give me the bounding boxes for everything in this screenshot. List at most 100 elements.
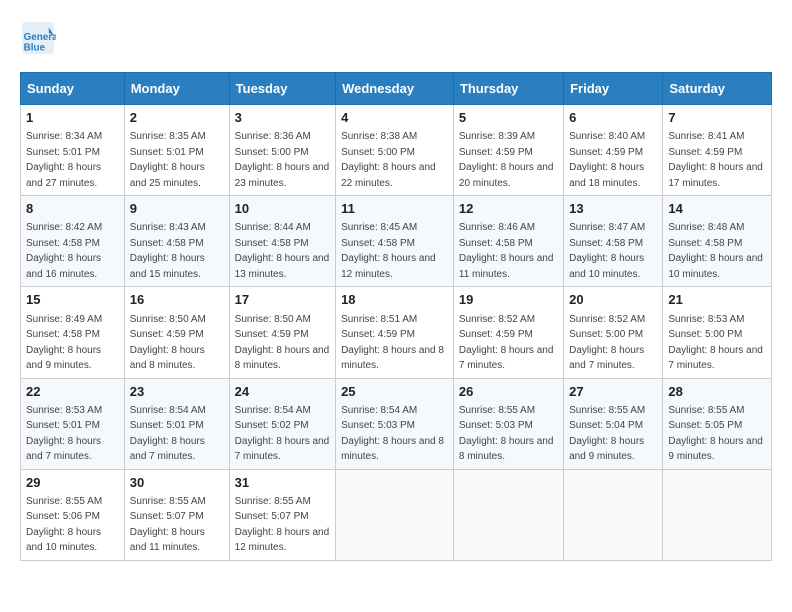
day-number: 10 (235, 200, 330, 218)
day-info: Sunrise: 8:50 AMSunset: 4:59 PMDaylight:… (130, 314, 206, 372)
day-number: 26 (459, 383, 558, 401)
calendar-cell: 21 Sunrise: 8:53 AMSunset: 5:00 PMDaylig… (663, 287, 772, 378)
day-info: Sunrise: 8:55 AMSunset: 5:03 PMDaylight:… (459, 405, 554, 463)
calendar-cell: 22 Sunrise: 8:53 AMSunset: 5:01 PMDaylig… (21, 378, 125, 469)
day-info: Sunrise: 8:45 AMSunset: 4:58 PMDaylight:… (341, 222, 436, 280)
day-info: Sunrise: 8:47 AMSunset: 4:58 PMDaylight:… (569, 222, 645, 280)
day-number: 27 (569, 383, 657, 401)
calendar-cell: 3 Sunrise: 8:36 AMSunset: 5:00 PMDayligh… (229, 105, 335, 196)
day-info: Sunrise: 8:49 AMSunset: 4:58 PMDaylight:… (26, 314, 102, 372)
day-info: Sunrise: 8:53 AMSunset: 5:01 PMDaylight:… (26, 405, 102, 463)
day-number: 12 (459, 200, 558, 218)
calendar-cell: 28 Sunrise: 8:55 AMSunset: 5:05 PMDaylig… (663, 378, 772, 469)
day-number: 20 (569, 291, 657, 309)
calendar-cell: 12 Sunrise: 8:46 AMSunset: 4:58 PMDaylig… (453, 196, 563, 287)
day-info: Sunrise: 8:44 AMSunset: 4:58 PMDaylight:… (235, 222, 330, 280)
calendar-cell: 9 Sunrise: 8:43 AMSunset: 4:58 PMDayligh… (124, 196, 229, 287)
calendar-cell: 29 Sunrise: 8:55 AMSunset: 5:06 PMDaylig… (21, 469, 125, 560)
day-number: 18 (341, 291, 448, 309)
day-number: 17 (235, 291, 330, 309)
calendar-cell (564, 469, 663, 560)
calendar-week-0: 1 Sunrise: 8:34 AMSunset: 5:01 PMDayligh… (21, 105, 772, 196)
calendar-cell: 26 Sunrise: 8:55 AMSunset: 5:03 PMDaylig… (453, 378, 563, 469)
calendar-cell (336, 469, 454, 560)
svg-text:Blue: Blue (24, 43, 46, 54)
day-info: Sunrise: 8:48 AMSunset: 4:58 PMDaylight:… (668, 222, 763, 280)
calendar-week-2: 15 Sunrise: 8:49 AMSunset: 4:58 PMDaylig… (21, 287, 772, 378)
day-number: 3 (235, 109, 330, 127)
day-number: 22 (26, 383, 119, 401)
day-info: Sunrise: 8:40 AMSunset: 4:59 PMDaylight:… (569, 131, 645, 189)
day-info: Sunrise: 8:42 AMSunset: 4:58 PMDaylight:… (26, 222, 102, 280)
col-header-tuesday: Tuesday (229, 73, 335, 105)
day-number: 19 (459, 291, 558, 309)
day-info: Sunrise: 8:54 AMSunset: 5:03 PMDaylight:… (341, 405, 444, 463)
day-info: Sunrise: 8:54 AMSunset: 5:01 PMDaylight:… (130, 405, 206, 463)
calendar-cell: 8 Sunrise: 8:42 AMSunset: 4:58 PMDayligh… (21, 196, 125, 287)
calendar-cell: 6 Sunrise: 8:40 AMSunset: 4:59 PMDayligh… (564, 105, 663, 196)
day-info: Sunrise: 8:36 AMSunset: 5:00 PMDaylight:… (235, 131, 330, 189)
calendar-cell: 19 Sunrise: 8:52 AMSunset: 4:59 PMDaylig… (453, 287, 563, 378)
day-number: 14 (668, 200, 766, 218)
day-number: 13 (569, 200, 657, 218)
day-info: Sunrise: 8:55 AMSunset: 5:07 PMDaylight:… (130, 496, 206, 554)
col-header-sunday: Sunday (21, 73, 125, 105)
calendar-cell: 4 Sunrise: 8:38 AMSunset: 5:00 PMDayligh… (336, 105, 454, 196)
day-number: 15 (26, 291, 119, 309)
calendar-cell: 2 Sunrise: 8:35 AMSunset: 5:01 PMDayligh… (124, 105, 229, 196)
day-info: Sunrise: 8:34 AMSunset: 5:01 PMDaylight:… (26, 131, 102, 189)
day-info: Sunrise: 8:55 AMSunset: 5:05 PMDaylight:… (668, 405, 763, 463)
day-info: Sunrise: 8:51 AMSunset: 4:59 PMDaylight:… (341, 314, 444, 372)
day-number: 28 (668, 383, 766, 401)
calendar-cell (453, 469, 563, 560)
calendar-cell: 24 Sunrise: 8:54 AMSunset: 5:02 PMDaylig… (229, 378, 335, 469)
day-info: Sunrise: 8:35 AMSunset: 5:01 PMDaylight:… (130, 131, 206, 189)
day-number: 7 (668, 109, 766, 127)
calendar-cell: 10 Sunrise: 8:44 AMSunset: 4:58 PMDaylig… (229, 196, 335, 287)
day-info: Sunrise: 8:53 AMSunset: 5:00 PMDaylight:… (668, 314, 763, 372)
day-number: 23 (130, 383, 224, 401)
day-number: 30 (130, 474, 224, 492)
calendar-cell: 31 Sunrise: 8:55 AMSunset: 5:07 PMDaylig… (229, 469, 335, 560)
calendar-cell: 5 Sunrise: 8:39 AMSunset: 4:59 PMDayligh… (453, 105, 563, 196)
day-info: Sunrise: 8:55 AMSunset: 5:07 PMDaylight:… (235, 496, 330, 554)
logo: General Blue (20, 20, 60, 56)
calendar-cell: 1 Sunrise: 8:34 AMSunset: 5:01 PMDayligh… (21, 105, 125, 196)
day-number: 4 (341, 109, 448, 127)
day-info: Sunrise: 8:54 AMSunset: 5:02 PMDaylight:… (235, 405, 330, 463)
day-number: 16 (130, 291, 224, 309)
day-info: Sunrise: 8:50 AMSunset: 4:59 PMDaylight:… (235, 314, 330, 372)
day-number: 1 (26, 109, 119, 127)
calendar-cell: 27 Sunrise: 8:55 AMSunset: 5:04 PMDaylig… (564, 378, 663, 469)
calendar-cell: 20 Sunrise: 8:52 AMSunset: 5:00 PMDaylig… (564, 287, 663, 378)
day-number: 5 (459, 109, 558, 127)
page-header: General Blue (20, 20, 772, 56)
day-number: 9 (130, 200, 224, 218)
calendar-table: SundayMondayTuesdayWednesdayThursdayFrid… (20, 72, 772, 561)
col-header-friday: Friday (564, 73, 663, 105)
col-header-wednesday: Wednesday (336, 73, 454, 105)
day-info: Sunrise: 8:41 AMSunset: 4:59 PMDaylight:… (668, 131, 763, 189)
calendar-cell: 25 Sunrise: 8:54 AMSunset: 5:03 PMDaylig… (336, 378, 454, 469)
day-number: 31 (235, 474, 330, 492)
day-number: 2 (130, 109, 224, 127)
day-info: Sunrise: 8:39 AMSunset: 4:59 PMDaylight:… (459, 131, 554, 189)
calendar-cell: 23 Sunrise: 8:54 AMSunset: 5:01 PMDaylig… (124, 378, 229, 469)
day-number: 8 (26, 200, 119, 218)
day-number: 29 (26, 474, 119, 492)
day-info: Sunrise: 8:52 AMSunset: 5:00 PMDaylight:… (569, 314, 645, 372)
day-info: Sunrise: 8:46 AMSunset: 4:58 PMDaylight:… (459, 222, 554, 280)
col-header-monday: Monday (124, 73, 229, 105)
calendar-week-1: 8 Sunrise: 8:42 AMSunset: 4:58 PMDayligh… (21, 196, 772, 287)
calendar-cell (663, 469, 772, 560)
day-info: Sunrise: 8:43 AMSunset: 4:58 PMDaylight:… (130, 222, 206, 280)
day-info: Sunrise: 8:38 AMSunset: 5:00 PMDaylight:… (341, 131, 436, 189)
day-number: 21 (668, 291, 766, 309)
calendar-cell: 18 Sunrise: 8:51 AMSunset: 4:59 PMDaylig… (336, 287, 454, 378)
col-header-saturday: Saturday (663, 73, 772, 105)
calendar-cell: 7 Sunrise: 8:41 AMSunset: 4:59 PMDayligh… (663, 105, 772, 196)
calendar-cell: 30 Sunrise: 8:55 AMSunset: 5:07 PMDaylig… (124, 469, 229, 560)
calendar-week-3: 22 Sunrise: 8:53 AMSunset: 5:01 PMDaylig… (21, 378, 772, 469)
calendar-cell: 13 Sunrise: 8:47 AMSunset: 4:58 PMDaylig… (564, 196, 663, 287)
day-number: 25 (341, 383, 448, 401)
